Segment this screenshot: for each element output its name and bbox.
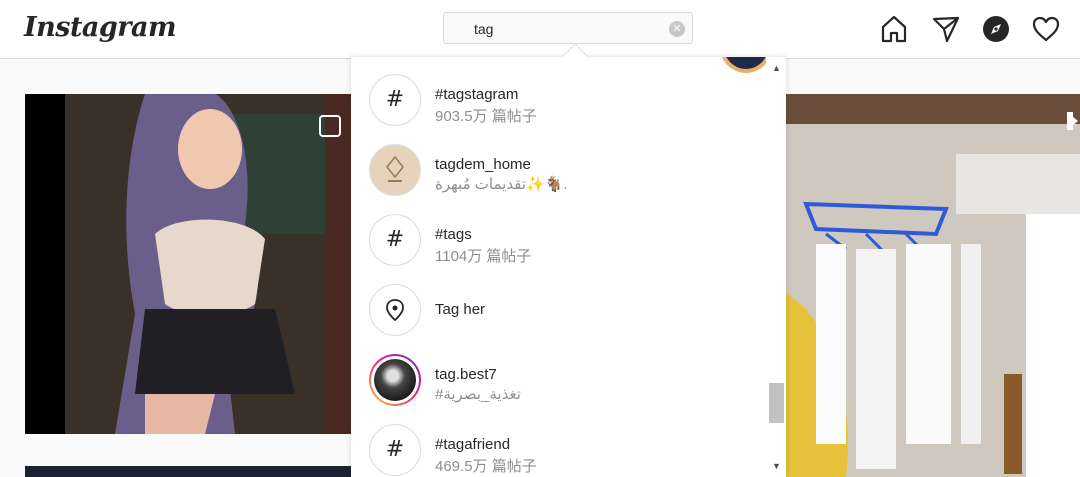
- search-results-dropdown: # #tagstagram 903.5万 篇帖子 tagdem_home تقد…: [351, 57, 786, 477]
- result-title: Tag her: [435, 301, 486, 318]
- scroll-thumb[interactable]: [769, 383, 784, 423]
- hashtag-icon: #: [369, 214, 421, 266]
- result-subtitle: #تغذية_بصرية: [435, 386, 521, 403]
- hashtag-icon: #: [369, 424, 421, 476]
- result-title: #tagstagram: [435, 86, 519, 103]
- post-thumbnail[interactable]: [25, 466, 351, 477]
- search-box[interactable]: ✕: [443, 12, 693, 44]
- instagram-logo[interactable]: Instagram: [24, 12, 177, 43]
- result-title: tagdem_home: [435, 156, 531, 173]
- search-result-hashtag[interactable]: # #tagafriend 469.5万 篇帖子: [351, 415, 771, 477]
- hashtag-icon: #: [369, 74, 421, 126]
- avatar: [369, 144, 421, 196]
- result-subtitle: 1104万 篇帖子: [435, 248, 532, 265]
- result-title: #tagafriend: [435, 436, 511, 453]
- search-result-hashtag[interactable]: # #tags 1104万 篇帖子: [351, 205, 771, 275]
- search-result-user[interactable]: tag.best7 #تغذية_بصرية: [351, 345, 771, 415]
- search-input[interactable]: [474, 19, 664, 39]
- result-subtitle: تقديمات مُبهرة✨🐐.: [435, 176, 568, 193]
- activity-icon[interactable]: [1029, 12, 1063, 46]
- explore-icon[interactable]: [979, 12, 1013, 46]
- direct-icon[interactable]: [929, 12, 963, 46]
- result-subtitle: 903.5万 篇帖子: [435, 108, 537, 125]
- post-thumbnail[interactable]: [25, 94, 351, 434]
- dropdown-scrollbar[interactable]: ▲ ▼: [766, 57, 786, 477]
- post-thumbnail[interactable]: [786, 94, 1080, 477]
- search-result-place[interactable]: Tag her: [351, 275, 771, 345]
- clear-icon[interactable]: ✕: [669, 21, 685, 37]
- result-title: tag.best7: [435, 366, 497, 383]
- search-result-user[interactable]: tagdem_home تقديمات مُبهرة✨🐐.: [351, 135, 771, 205]
- home-icon[interactable]: [877, 12, 911, 46]
- top-navigation-bar: Instagram ✕: [0, 0, 1080, 59]
- avatar: [369, 354, 421, 406]
- scroll-down-icon[interactable]: ▼: [772, 461, 781, 471]
- result-title: #tags: [435, 226, 472, 243]
- result-subtitle: 469.5万 篇帖子: [435, 458, 537, 475]
- search-result-hashtag[interactable]: # #tagstagram 903.5万 篇帖子: [351, 65, 771, 135]
- location-pin-icon: [369, 284, 421, 336]
- scroll-up-icon[interactable]: ▲: [772, 63, 781, 73]
